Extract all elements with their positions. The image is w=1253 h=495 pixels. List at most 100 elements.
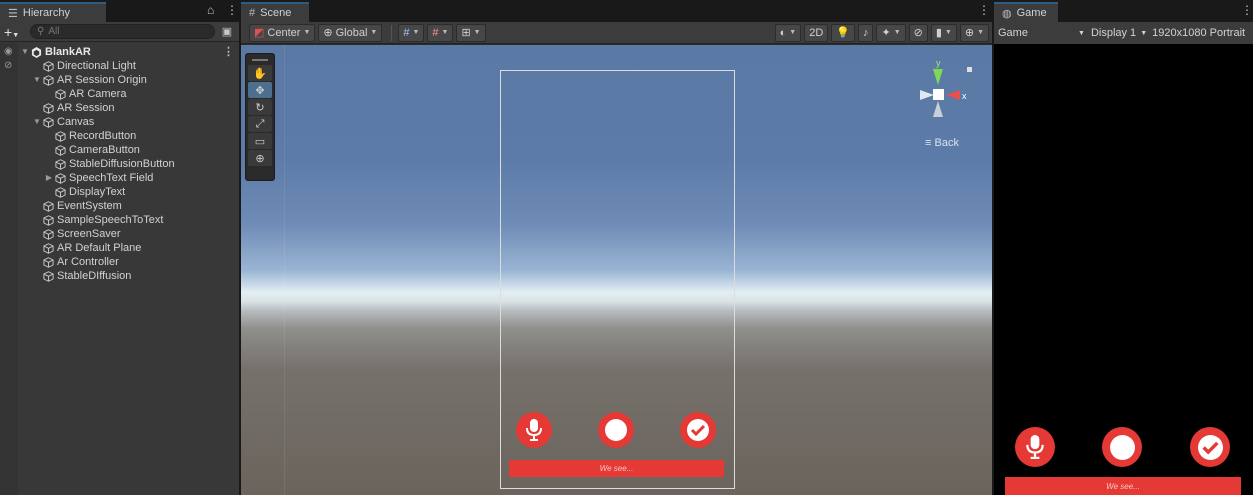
tools-overlay: ✋ ✥ ↻ ⤢ ▭ ⊕ — [245, 53, 275, 181]
search-input[interactable] — [48, 26, 199, 37]
tree-item[interactable]: StableDiffusionButton — [18, 157, 240, 171]
resolution-dropdown[interactable]: 1920x1080 Portrait — [1152, 27, 1245, 39]
move-tool-button[interactable]: ✥ — [248, 82, 272, 98]
tree-item[interactable]: ▶ SpeechText Field — [18, 171, 240, 185]
grid-snap-button[interactable]: # ▼ — [398, 23, 425, 42]
chevron-down-icon: ▼ — [473, 29, 481, 36]
tree-item-label: SpeechText Field — [69, 172, 154, 184]
tree-item[interactable]: ▼ Canvas — [18, 115, 240, 129]
expand-arrow-icon[interactable]: ▼ — [32, 73, 42, 87]
scene-viewport[interactable]: We see... ✋ ✥ ↻ ⤢ ▭ ⊕ y x ≡ Back — [241, 45, 992, 495]
tree-item-label: AR Camera — [69, 88, 127, 100]
kebab-menu-icon[interactable]: ⋮ — [223, 45, 234, 59]
transform-tool-button[interactable]: ⊕ — [248, 150, 272, 166]
gameobject-cube-icon — [54, 186, 67, 199]
toggle-2d-button[interactable]: 2D — [804, 23, 829, 42]
camera-settings-button[interactable]: ▮ ▼ — [930, 23, 957, 42]
globe-icon: ⊕ — [323, 27, 333, 39]
chevron-down-icon: ▼ — [12, 31, 20, 39]
expand-arrow-icon[interactable]: ▶ — [44, 171, 54, 185]
overlay-drag-handle[interactable] — [248, 56, 272, 64]
lock-icon[interactable]: ⌂ — [207, 3, 214, 17]
chevron-down-icon: ▼ — [303, 29, 311, 36]
kebab-menu-icon[interactable]: ⋮ — [226, 3, 238, 17]
tree-item-label: SampleSpeechToText — [57, 214, 164, 226]
tree-item[interactable]: AR Session — [18, 101, 240, 115]
gameobject-cube-icon — [54, 130, 67, 143]
tree-item[interactable]: AR Camera — [18, 87, 240, 101]
rect-tool-button[interactable]: ▭ — [248, 133, 272, 149]
audio-button[interactable]: ♪ — [857, 23, 874, 42]
tree-item[interactable]: Ar Controller — [18, 255, 240, 269]
gameobject-cube-icon — [42, 256, 55, 269]
draw-mode-dropdown[interactable]: ◐ ▼ — [774, 23, 802, 42]
tree-item[interactable]: StableDIffusion — [18, 269, 240, 283]
kebab-menu-icon[interactable]: ⋮ — [978, 3, 990, 17]
hierarchy-search[interactable]: ⚲ — [30, 24, 215, 39]
rotate-tool-button[interactable]: ↻ — [248, 99, 272, 115]
kebab-menu-icon[interactable]: ⋮ — [1241, 3, 1253, 17]
tree-item[interactable]: CameraButton — [18, 143, 240, 157]
gameobject-cube-icon — [54, 144, 67, 157]
record-button[interactable] — [1015, 427, 1055, 467]
scene-toolbar: ◩ Center ▼ ⊕ Global ▼ # ▼ # ▼ ⊞ ▼ ◐ ▼ 2D 💡 ♪… — [241, 22, 992, 44]
tree-item-label: EventSystem — [57, 200, 122, 212]
tab-scene[interactable]: # Scene — [241, 2, 309, 22]
tree-item-label: StableDiffusionButton — [69, 158, 175, 170]
gameobject-cube-icon — [42, 200, 55, 213]
tree-item-label: Canvas — [57, 116, 95, 128]
expand-arrow-icon[interactable]: ▼ — [32, 115, 42, 129]
microphone-icon — [526, 419, 542, 441]
display-text-label: We see... — [1106, 481, 1140, 491]
tree-item-label: Directional Light — [57, 60, 136, 72]
gizmos-button[interactable]: ⊕ ▼ — [959, 23, 989, 42]
stable-diffusion-button[interactable] — [680, 412, 716, 448]
game-mode-dropdown[interactable]: Game — [998, 27, 1078, 39]
lighting-button[interactable]: 💡 — [831, 23, 855, 42]
tree-item[interactable]: EventSystem — [18, 199, 240, 213]
gameobject-cube-icon — [54, 158, 67, 171]
tree-item[interactable]: ▼ AR Session Origin — [18, 73, 240, 87]
effects-button[interactable]: ✦ ▼ — [876, 23, 906, 42]
display-dropdown[interactable]: Display 1 ▼ — [1091, 27, 1147, 39]
game-view[interactable]: We see... — [994, 44, 1253, 495]
increment-snap-icon: # — [432, 26, 439, 39]
camera-button[interactable] — [1102, 427, 1142, 467]
pivot-dropdown[interactable]: ◩ Center ▼ — [249, 23, 316, 42]
eye-icon[interactable]: ◉ — [4, 47, 16, 57]
tab-game[interactable]: ◍ Game — [994, 2, 1058, 22]
game-toolbar: Game ▼ Display 1 ▼ 1920x1080 Portrait — [994, 22, 1253, 44]
tree-item[interactable]: SampleSpeechToText — [18, 213, 240, 227]
record-button[interactable] — [516, 412, 552, 448]
move-icon: ✥ — [255, 84, 265, 97]
tree-item[interactable]: RecordButton — [18, 129, 240, 143]
hand-tool-button[interactable]: ✋ — [248, 65, 272, 81]
scale-tool-button[interactable]: ⤢ — [248, 116, 272, 132]
tree-item[interactable]: Directional Light — [18, 59, 240, 73]
view-back-label[interactable]: ≡ Back — [925, 137, 959, 149]
tree-item-label: ScreenSaver — [57, 228, 121, 240]
stable-diffusion-button[interactable] — [1190, 427, 1230, 467]
orientation-gizmo[interactable]: y x — [916, 55, 976, 135]
pick-icon[interactable]: ⊘ — [4, 61, 16, 71]
space-dropdown[interactable]: ⊕ Global ▼ — [318, 23, 383, 42]
add-object-button[interactable]: +▼ — [4, 24, 26, 40]
effects-icon: ✦ — [881, 27, 891, 39]
camera-button[interactable] — [598, 412, 634, 448]
tree-item[interactable]: DisplayText — [18, 185, 240, 199]
eye-slash-icon: ⊘ — [913, 27, 923, 39]
shading-icon: ◐ — [779, 26, 787, 39]
tree-item[interactable]: AR Default Plane — [18, 241, 240, 255]
search-icon: ⚲ — [37, 26, 45, 37]
axis-gizmo-icon: y x — [920, 58, 972, 117]
expand-arrow-icon[interactable]: ▼ — [20, 45, 30, 59]
hidden-objects-button[interactable]: ⊘ — [908, 23, 928, 42]
increment-snap-button[interactable]: # ▼ — [427, 23, 454, 42]
tree-item[interactable]: ScreenSaver — [18, 227, 240, 241]
grid-visibility-button[interactable]: ⊞ ▼ — [456, 23, 486, 42]
scene-visibility-icon[interactable]: ▣ — [219, 25, 235, 38]
tree-root[interactable]: ▼ BlankAR ⋮ — [18, 45, 240, 59]
display-label: Display 1 — [1090, 27, 1137, 39]
tab-hierarchy[interactable]: ☰ Hierarchy — [0, 2, 106, 22]
game-tabbar: ◍ Game — [994, 0, 1253, 22]
